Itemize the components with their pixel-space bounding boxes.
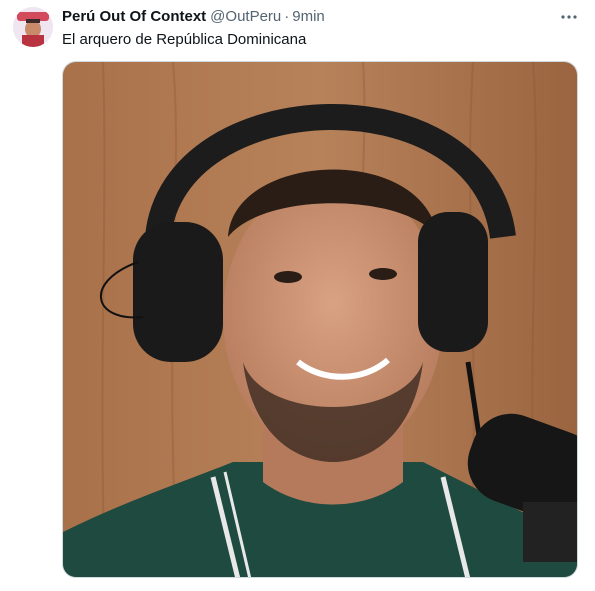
author-name[interactable]: Perú Out Of Context <box>62 8 206 26</box>
tweet-header: Perú Out Of Context @OutPeru · 9min <box>62 8 325 26</box>
timestamp[interactable]: 9min <box>292 8 325 26</box>
tweet-media-image[interactable] <box>62 61 578 578</box>
separator: · <box>284 8 290 25</box>
author-handle[interactable]: @OutPeru <box>210 8 281 26</box>
tweet-card[interactable]: Perú Out Of Context @OutPeru · 9min El a… <box>0 0 595 591</box>
avatar[interactable] <box>13 7 53 47</box>
more-options-button[interactable] <box>558 8 580 26</box>
more-horizontal-icon <box>561 15 577 19</box>
tweet-text: El arquero de República Dominicana <box>62 31 307 48</box>
